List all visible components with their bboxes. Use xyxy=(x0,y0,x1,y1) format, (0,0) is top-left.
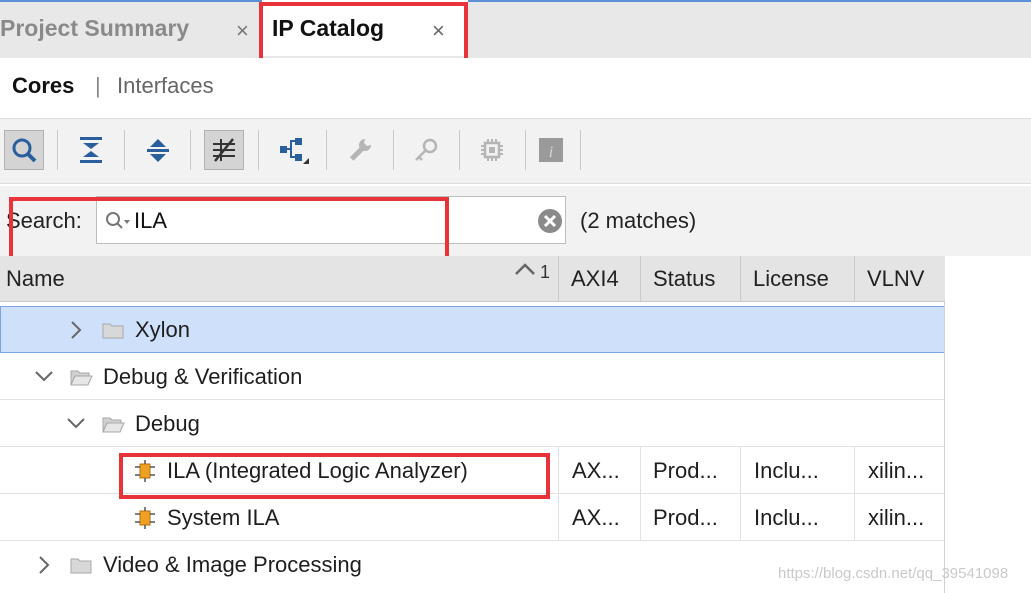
column-header-vlnv[interactable]: VLNV xyxy=(854,256,945,302)
folder-icon xyxy=(69,555,93,580)
highlight-box xyxy=(9,197,449,262)
row-license: Inclu... xyxy=(754,505,819,530)
chevron-right-icon[interactable] xyxy=(68,320,84,345)
row-axi4: AX... xyxy=(572,505,620,530)
tab-project-summary[interactable]: Project Summary × xyxy=(0,0,262,56)
chip-icon[interactable] xyxy=(472,130,512,170)
column-header-license[interactable]: License xyxy=(740,256,854,302)
subtab-interfaces[interactable]: Interfaces xyxy=(117,73,214,99)
row-axi4: AX... xyxy=(572,458,620,483)
row-name: System ILA xyxy=(167,505,280,530)
column-header-name[interactable]: Name xyxy=(0,256,558,302)
wrench-icon[interactable] xyxy=(340,130,380,170)
column-header-status[interactable]: Status xyxy=(640,256,740,302)
row-vlnv: xilin... xyxy=(868,505,925,530)
info-icon[interactable]: i xyxy=(531,130,571,170)
row-name: Debug & Verification xyxy=(103,364,303,389)
row-name: Xylon xyxy=(135,317,191,342)
row-vlnv: xilin... xyxy=(868,458,925,483)
filter-icon[interactable] xyxy=(204,130,244,170)
search-icon[interactable] xyxy=(4,130,44,170)
close-icon[interactable]: × xyxy=(236,18,249,44)
svg-text:i: i xyxy=(549,144,553,161)
hierarchy-icon[interactable] xyxy=(273,130,313,170)
row-status: Prod... xyxy=(653,458,718,483)
watermark: https://blog.csdn.net/qq_39541098 xyxy=(778,565,1009,582)
tab-label: Project Summary xyxy=(0,14,190,41)
chevron-down-icon[interactable] xyxy=(34,368,54,389)
row-name: Video & Image Processing xyxy=(103,552,362,577)
subtab-cores[interactable]: Cores xyxy=(12,73,74,99)
clear-icon[interactable] xyxy=(537,208,563,239)
sort-up-icon xyxy=(514,262,536,281)
chevron-down-icon[interactable] xyxy=(66,415,86,436)
key-icon[interactable] xyxy=(406,130,446,170)
chevron-right-icon[interactable] xyxy=(36,555,52,580)
folder-open-icon xyxy=(101,414,125,439)
row-status: Prod... xyxy=(653,505,718,530)
row-license: Inclu... xyxy=(754,458,819,483)
folder-icon xyxy=(101,320,125,345)
collapse-all-icon[interactable] xyxy=(71,130,111,170)
row-name: Debug xyxy=(135,411,200,436)
sort-order: 1 xyxy=(540,262,551,282)
match-count: (2 matches) xyxy=(580,208,697,233)
expand-all-icon[interactable] xyxy=(138,130,178,170)
subtab-separator: | xyxy=(95,73,101,98)
highlight-box xyxy=(119,453,550,499)
column-header-axi4[interactable]: AXI4 xyxy=(558,256,640,302)
ip-core-icon xyxy=(134,506,156,535)
folder-open-icon xyxy=(69,367,93,392)
